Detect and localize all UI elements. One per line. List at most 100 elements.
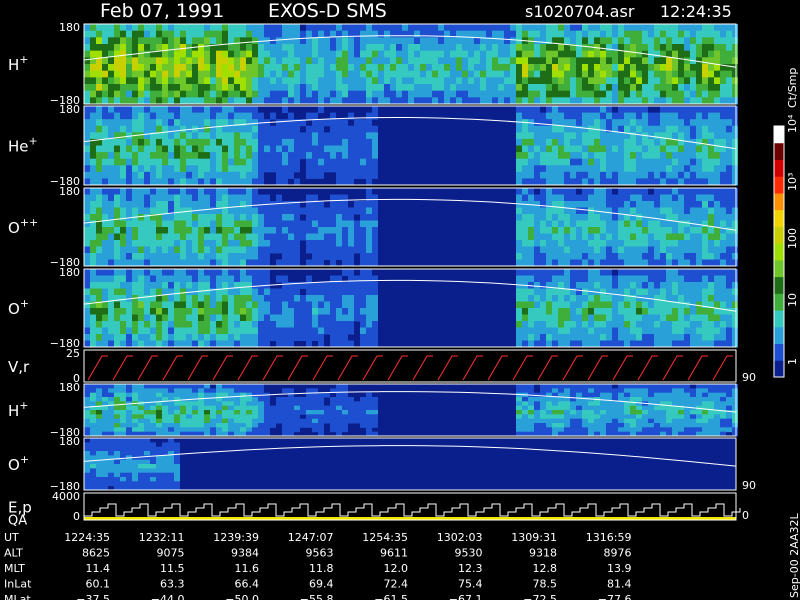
heatmap-cell bbox=[618, 327, 624, 335]
heatmap-cell bbox=[534, 423, 540, 428]
heatmap-cell bbox=[714, 97, 720, 105]
heatmap-cell bbox=[162, 97, 168, 105]
heatmap-cell bbox=[240, 188, 246, 195]
heatmap-cell bbox=[708, 214, 714, 221]
heatmap-cell bbox=[672, 50, 678, 58]
heatmap-cell bbox=[144, 77, 150, 85]
heatmap-cell bbox=[174, 314, 180, 322]
heatmap-cell bbox=[360, 132, 366, 140]
heatmap-cell bbox=[276, 132, 282, 140]
heatmap-cell bbox=[720, 44, 726, 52]
heatmap-cell bbox=[546, 405, 552, 411]
heatmap-cell bbox=[684, 125, 690, 133]
heatmap-cell bbox=[546, 158, 552, 166]
heatmap-cell bbox=[552, 106, 558, 114]
heatmap-cell bbox=[678, 207, 684, 215]
heatmap-cell bbox=[648, 269, 654, 276]
heatmap-cell bbox=[714, 24, 720, 32]
heatmap-cell bbox=[324, 70, 330, 78]
heatmap-cell bbox=[384, 84, 390, 92]
heatmap-cell bbox=[246, 37, 252, 45]
heatmap-cell bbox=[228, 340, 234, 348]
heatmap-cell bbox=[138, 24, 144, 32]
heatmap-cell bbox=[336, 240, 342, 247]
heatmap-cell bbox=[216, 418, 222, 424]
heatmap-cell bbox=[90, 240, 96, 247]
heatmap-cell bbox=[648, 220, 654, 228]
heatmap-cell bbox=[324, 97, 330, 105]
heatmap-cell bbox=[276, 64, 282, 72]
heatmap-cell bbox=[108, 418, 114, 424]
heatmap-cell bbox=[288, 132, 294, 140]
heatmap-cell bbox=[624, 44, 630, 52]
heatmap-cell bbox=[672, 194, 678, 202]
heatmap-cell bbox=[210, 106, 216, 114]
heatmap-cell bbox=[342, 269, 348, 276]
heatmap-cell bbox=[276, 308, 282, 315]
heatmap-cell bbox=[282, 259, 288, 267]
heatmap-cell bbox=[552, 90, 558, 98]
heatmap-cell bbox=[132, 77, 138, 85]
heatmap-cell bbox=[672, 314, 678, 322]
heatmap-cell bbox=[468, 44, 474, 52]
heatmap-cell bbox=[198, 308, 204, 315]
heatmap-cell bbox=[198, 275, 204, 283]
heatmap-cell bbox=[372, 64, 378, 72]
heatmap-cell bbox=[396, 50, 402, 58]
heatmap-cell bbox=[654, 97, 660, 105]
heatmap-cell bbox=[342, 201, 348, 208]
heatmap-cell bbox=[594, 220, 600, 228]
heatmap-cell bbox=[600, 384, 606, 389]
heatmap-cell bbox=[120, 84, 126, 92]
heatmap-cell bbox=[732, 70, 738, 78]
heatmap-cell bbox=[228, 427, 234, 433]
heatmap-cell bbox=[528, 410, 534, 415]
heatmap-cell bbox=[594, 152, 600, 160]
heatmap-cell bbox=[654, 240, 660, 247]
heatmap-cell bbox=[198, 259, 204, 267]
heatmap-cell bbox=[618, 64, 624, 72]
heatmap-cell bbox=[372, 414, 378, 420]
heatmap-cell bbox=[654, 227, 660, 234]
heatmap-cell bbox=[588, 401, 594, 407]
heatmap-cell bbox=[252, 97, 258, 105]
heatmap-cell bbox=[366, 220, 372, 228]
heatmap-cell bbox=[636, 64, 642, 72]
heatmap-cell bbox=[156, 327, 162, 335]
heatmap-cell bbox=[252, 384, 258, 389]
heatmap-cell bbox=[120, 171, 126, 179]
heatmap-cell bbox=[168, 423, 174, 428]
heatmap-cell bbox=[120, 201, 126, 208]
heatmap-cell bbox=[210, 64, 216, 72]
heatmap-cell bbox=[234, 158, 240, 166]
heatmap-cell bbox=[138, 171, 144, 179]
heatmap-cell bbox=[144, 44, 150, 52]
heatmap-cell bbox=[702, 214, 708, 221]
heatmap-cell bbox=[258, 227, 264, 234]
heatmap-cell bbox=[522, 253, 528, 260]
heatmap-cell bbox=[498, 77, 504, 85]
heatmap-cell bbox=[252, 64, 258, 72]
heatmap-cell bbox=[660, 301, 666, 309]
heatmap-cell bbox=[330, 220, 336, 228]
heatmap-cell bbox=[144, 253, 150, 260]
heatmap-cell bbox=[168, 240, 174, 247]
heatmap-cell bbox=[360, 214, 366, 221]
heatmap-cell bbox=[684, 165, 690, 173]
heatmap-cell bbox=[666, 30, 672, 38]
heatmap-cell bbox=[222, 401, 228, 407]
heatmap-cell bbox=[312, 90, 318, 98]
heatmap-cell bbox=[606, 227, 612, 234]
heatmap-cell bbox=[84, 106, 90, 114]
heatmap-cell bbox=[582, 405, 588, 411]
heatmap-cell bbox=[210, 282, 216, 289]
heatmap-cell bbox=[558, 384, 564, 389]
heatmap-cell bbox=[90, 44, 96, 52]
heatmap-cell bbox=[552, 171, 558, 179]
heatmap-cell bbox=[96, 384, 102, 389]
heatmap-cell bbox=[702, 132, 708, 140]
heatmap-cell bbox=[486, 64, 492, 72]
heatmap-cell bbox=[174, 410, 180, 415]
heatmap-cell bbox=[222, 57, 228, 65]
heatmap-cell bbox=[84, 392, 90, 398]
